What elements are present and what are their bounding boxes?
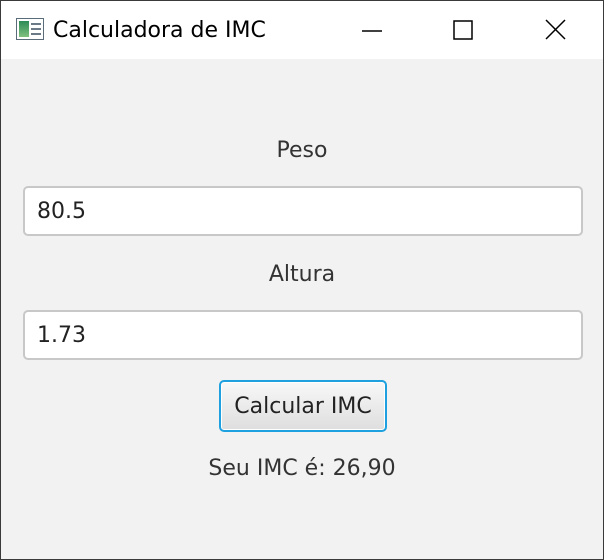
close-icon: [545, 19, 566, 40]
window-title: Calculadora de IMC: [53, 18, 266, 43]
app-window: Calculadora de IMC Peso Altura Calcular …: [0, 0, 604, 560]
maximize-icon: [453, 20, 473, 40]
maximize-button[interactable]: [419, 1, 511, 59]
result-text: Seu IMC é: 26,90: [208, 456, 396, 481]
title-bar[interactable]: Calculadora de IMC: [1, 1, 603, 59]
minimize-button[interactable]: [327, 1, 419, 59]
peso-label: Peso: [276, 138, 328, 163]
altura-input[interactable]: [23, 310, 583, 360]
minimize-icon: [362, 30, 382, 32]
altura-label: Altura: [268, 262, 336, 287]
peso-input[interactable]: [23, 186, 583, 236]
calcular-imc-button[interactable]: Calcular IMC: [219, 380, 387, 432]
app-icon: [16, 18, 44, 40]
close-button[interactable]: [511, 1, 603, 59]
